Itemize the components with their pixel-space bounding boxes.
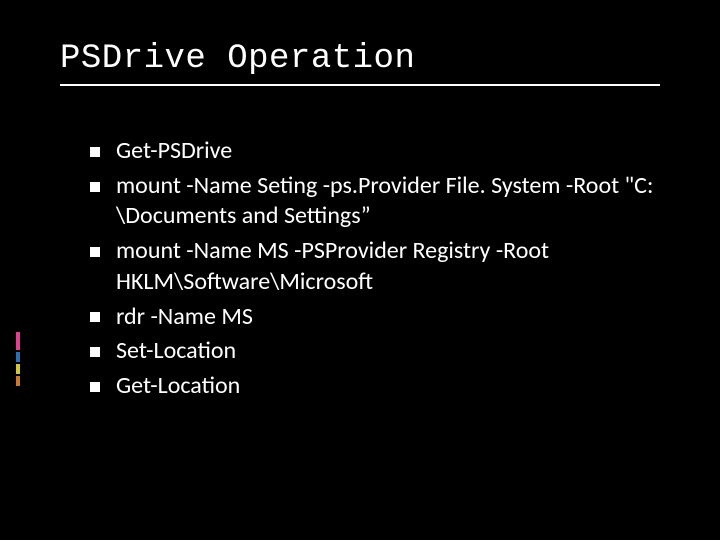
accent-blue (16, 352, 20, 362)
list-item: rdr -Name MS (90, 302, 660, 333)
list-item: Get-Location (90, 371, 660, 402)
bullet-list: Get-PSDrive mount -Name Seting -ps.Provi… (60, 136, 660, 402)
list-item: Set-Location (90, 336, 660, 367)
accent-orange (16, 376, 20, 386)
list-item: Get-PSDrive (90, 136, 660, 167)
list-item: mount -Name Seting -ps.Provider File. Sy… (90, 171, 660, 232)
list-item: mount -Name MS -PSProvider Registry -Roo… (90, 236, 660, 297)
slide-title: PSDrive Operation (60, 40, 660, 78)
accent-pink (16, 332, 20, 350)
accent-strip (16, 332, 20, 388)
accent-yellow (16, 364, 20, 374)
title-underline (60, 84, 660, 86)
slide: PSDrive Operation Get-PSDrive mount -Nam… (0, 0, 720, 540)
